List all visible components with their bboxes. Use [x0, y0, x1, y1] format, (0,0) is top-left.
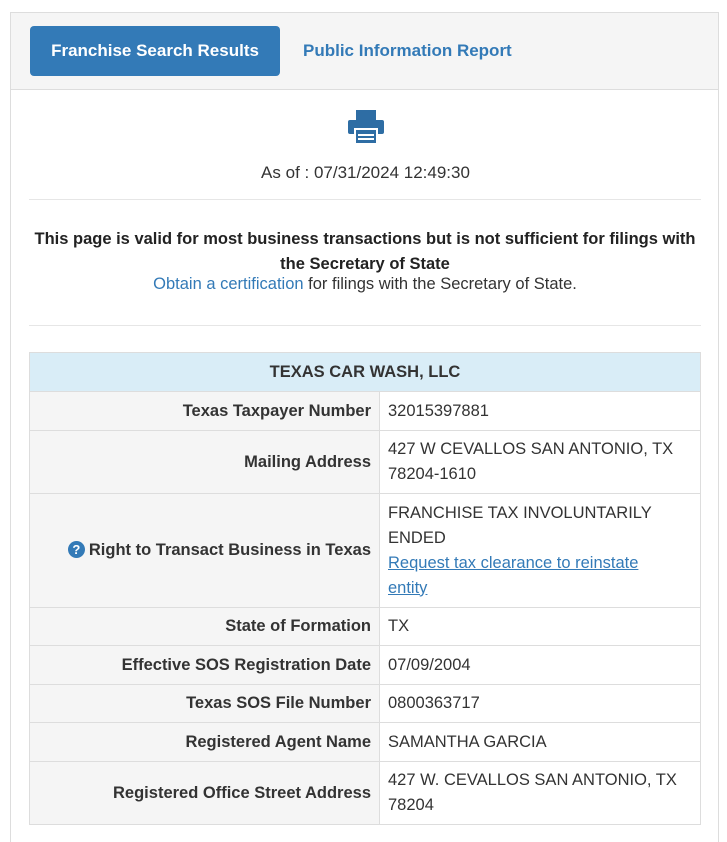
link-line[interactable]: entity — [388, 576, 692, 601]
row-label: Texas Taxpayer Number — [29, 391, 380, 431]
right-to-transact-value: FRANCHISE TAX INVOLUNTARILY ENDED Reques… — [379, 493, 701, 608]
registered-agent-value: SAMANTHA GARCIA — [379, 722, 701, 762]
table-row: Texas Taxpayer Number 32015397881 — [29, 391, 701, 431]
value-line: 78204-1610 — [388, 465, 477, 483]
obtain-certification-link[interactable]: Obtain a certification — [153, 275, 303, 293]
table-row: Registered Agent Name SAMANTHA GARCIA — [29, 722, 701, 762]
table-row: Effective SOS Registration Date 07/09/20… — [29, 645, 701, 685]
value-line: 427 W CEVALLOS SAN ANTONIO, TX — [388, 440, 674, 458]
value-line: 78204 — [388, 796, 434, 814]
certification-suffix: for filings with the Secretary of State. — [303, 275, 577, 293]
right-to-transact-label: Right to Transact Business in Texas — [88, 541, 371, 559]
state-of-formation-value: TX — [379, 607, 701, 646]
certification-line: Obtain a certification for filings with … — [29, 275, 701, 294]
row-label: Mailing Address — [29, 430, 380, 494]
tab-bar: Franchise Search Results Public Informat… — [11, 13, 718, 90]
divider — [29, 325, 701, 326]
registration-date-value: 07/09/2004 — [379, 645, 701, 685]
table-row: State of Formation TX — [29, 607, 701, 646]
as-of-timestamp: As of : 07/31/2024 12:49:30 — [261, 163, 470, 182]
row-label: Texas SOS File Number — [29, 684, 380, 723]
row-label: Registered Office Street Address — [29, 761, 380, 825]
row-label: Effective SOS Registration Date — [29, 645, 380, 685]
entity-info-table: TEXAS CAR WASH, LLC Texas Taxpayer Numbe… — [29, 352, 701, 825]
divider — [29, 199, 701, 200]
table-row: Texas SOS File Number 0800363717 — [29, 684, 701, 723]
tab-franchise-search-results[interactable]: Franchise Search Results — [30, 26, 280, 76]
value-line: ENDED — [388, 528, 446, 547]
row-label: Registered Agent Name — [29, 722, 380, 762]
value-line: FRANCHISE TAX INVOLUNTARILY — [388, 503, 652, 522]
row-label: State of Formation — [29, 607, 380, 646]
table-row: Mailing Address 427 W CEVALLOS SAN ANTON… — [29, 430, 701, 494]
request-tax-clearance-link[interactable]: Request tax clearance to reinstate entit… — [388, 551, 692, 601]
link-line[interactable]: Request tax clearance to reinstate — [388, 551, 692, 576]
validity-notice: This page is valid for most business tra… — [34, 230, 696, 273]
question-circle-icon[interactable]: ? — [67, 541, 85, 558]
table-row: Registered Office Street Address 427 W. … — [29, 761, 701, 825]
sos-file-number-value: 0800363717 — [379, 684, 701, 723]
registered-office-value: 427 W. CEVALLOS SAN ANTONIO, TX 78204 — [379, 761, 701, 825]
taxpayer-number-value: 32015397881 — [379, 391, 701, 431]
mailing-address-value: 427 W CEVALLOS SAN ANTONIO, TX 78204-161… — [379, 430, 701, 494]
table-row: ? Right to Transact Business in Texas FRA… — [29, 493, 701, 608]
results-panel: Franchise Search Results Public Informat… — [10, 12, 719, 842]
tab-public-information-report[interactable]: Public Information Report — [303, 26, 512, 76]
print-icon[interactable] — [346, 107, 386, 147]
company-name: TEXAS CAR WASH, LLC — [29, 352, 701, 392]
row-label: ? Right to Transact Business in Texas — [29, 493, 380, 608]
value-line: 427 W. CEVALLOS SAN ANTONIO, TX — [388, 771, 677, 789]
